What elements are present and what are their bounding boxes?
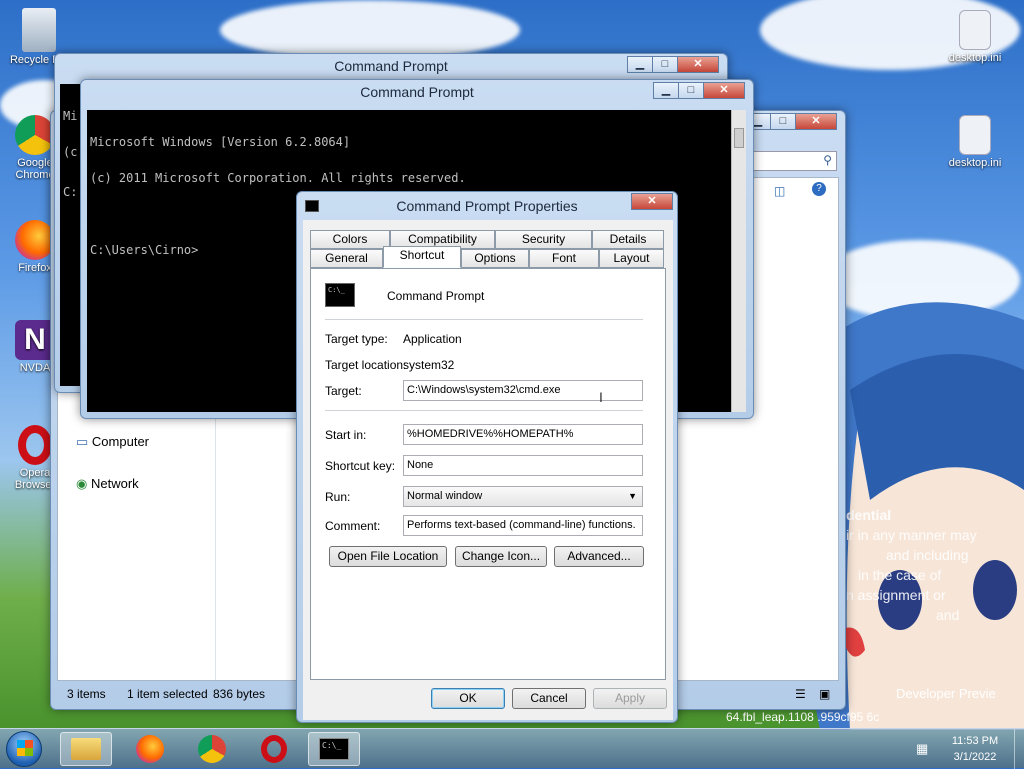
tab-options[interactable]: Options [461, 249, 529, 268]
start-button[interactable] [6, 731, 42, 767]
advanced-button[interactable]: Advanced... [554, 546, 644, 567]
desktop-ini-icon-2[interactable]: desktop.ini [940, 115, 1010, 169]
dialog-caption-buttons: ✕ [631, 193, 673, 210]
network-tray-icon[interactable]: ▦ [916, 741, 928, 757]
target-location-value: system32 [403, 358, 455, 372]
maximize-button[interactable]: □ [770, 113, 796, 130]
dialog-close-button[interactable]: ✕ [631, 193, 673, 210]
target-label: Target: [325, 384, 362, 398]
close-button[interactable]: ✕ [703, 82, 745, 99]
nav-item-network[interactable]: ◉ Network [76, 476, 139, 492]
tab-font[interactable]: Font [529, 249, 599, 268]
taskbar-explorer[interactable] [60, 732, 112, 766]
ok-button[interactable]: OK [431, 688, 505, 709]
cmd-icon: C:\_ [319, 738, 349, 760]
start-in-label: Start in: [325, 428, 367, 442]
separator [325, 410, 643, 411]
apply-button[interactable]: Apply [593, 688, 667, 709]
comment-field[interactable]: Performs text-based (command-line) funct… [403, 515, 643, 536]
opera-icon [261, 735, 287, 763]
start-in-field[interactable]: %HOMEDRIVE%%HOMEPATH% [403, 424, 643, 445]
tab-colors[interactable]: Colors [310, 230, 390, 249]
show-desktop-button[interactable] [1014, 729, 1024, 769]
separator [325, 319, 643, 320]
comment-label: Comment: [325, 519, 381, 533]
taskbar-firefox[interactable] [124, 732, 176, 766]
app-name: Command Prompt [387, 289, 485, 303]
tab-layout[interactable]: Layout [599, 249, 664, 268]
shortcut-panel: C:\_ Command Prompt Target type: Applica… [310, 268, 666, 680]
watermark-build: 64.fbl_leap.1108 .959cf95 6c [726, 710, 880, 724]
tab-row-bottom: General Shortcut Options Font Layout [310, 246, 664, 268]
properties-dialog[interactable]: Command Prompt Properties ✕ Colors Compa… [296, 191, 678, 723]
details-view-icon[interactable]: ☰ [795, 683, 806, 705]
run-label: Run: [325, 490, 351, 504]
desktop-ini-icon-1[interactable]: desktop.ini [940, 10, 1010, 64]
clock[interactable]: 11:53 PM 3/1/2022 [940, 733, 1010, 765]
shortcut-key-label: Shortcut key: [325, 459, 396, 473]
open-file-location-button[interactable]: Open File Location [329, 546, 447, 567]
minimize-button[interactable]: ▁ [627, 56, 653, 73]
maximize-button[interactable]: □ [678, 82, 704, 99]
text-cursor-icon: I [599, 389, 603, 405]
explorer-search-box[interactable]: ⚲ [753, 151, 837, 171]
windows-logo-icon [17, 740, 33, 756]
close-button[interactable]: ✕ [677, 56, 719, 73]
tab-general[interactable]: General [310, 249, 383, 268]
maximize-button[interactable]: □ [652, 56, 678, 73]
explorer-caption-buttons: ▁ □ ✕ [745, 113, 837, 130]
cancel-button[interactable]: Cancel [512, 688, 586, 709]
chevron-down-icon: ▼ [628, 491, 637, 501]
taskbar-chrome[interactable] [186, 732, 238, 766]
tab-shortcut[interactable]: Shortcut [383, 246, 461, 268]
change-icon-button[interactable]: Change Icon... [455, 546, 547, 567]
search-icon: ⚲ [823, 153, 832, 167]
chrome-icon [198, 735, 226, 763]
watermark-preview: Developer Previe [896, 686, 996, 701]
scroll-thumb[interactable] [734, 128, 744, 148]
cmd-scrollbar[interactable] [731, 110, 746, 412]
watermark: dential ir in any manner may and includi… [846, 507, 977, 623]
dialog-title: Command Prompt Properties [396, 198, 578, 214]
tab-details[interactable]: Details [592, 230, 664, 249]
dialog-body: Colors Compatibility Security Details Ge… [303, 220, 673, 720]
target-field[interactable]: C:\Windows\system32\cmd.exe [403, 380, 643, 401]
shortcut-app-icon: C:\_ [325, 283, 355, 307]
taskbar: C:\_ ▦ 11:53 PM 3/1/2022 [0, 728, 1024, 769]
network-icon: ◉ [76, 476, 88, 491]
target-type-label: Target type: [325, 332, 388, 346]
shortcut-key-field[interactable]: None [403, 455, 643, 476]
tab-row-top: Colors Compatibility Security Details [310, 230, 664, 249]
cmd-front-caption-buttons: ▁ □ ✕ [653, 82, 745, 99]
target-type-value: Application [403, 332, 462, 346]
tab-security[interactable]: Security [495, 230, 592, 249]
nav-item-computer[interactable]: ▭ Computer [76, 434, 149, 450]
minimize-button[interactable]: ▁ [653, 82, 679, 99]
taskbar-cmd[interactable]: C:\_ [308, 732, 360, 766]
help-icon[interactable]: ? [812, 182, 826, 196]
run-select[interactable]: Normal window ▼ [403, 486, 643, 507]
close-button[interactable]: ✕ [795, 113, 837, 130]
taskbar-opera[interactable] [248, 732, 300, 766]
target-location-label: Target location: [325, 358, 407, 372]
preview-pane-icon[interactable]: ◫ [774, 184, 785, 198]
cmd-back-caption-buttons: ▁ □ ✕ [627, 56, 719, 73]
folder-icon [71, 738, 101, 760]
firefox-icon [136, 735, 164, 763]
large-icons-view-icon[interactable]: ▣ [819, 683, 830, 705]
computer-icon: ▭ [76, 434, 89, 449]
